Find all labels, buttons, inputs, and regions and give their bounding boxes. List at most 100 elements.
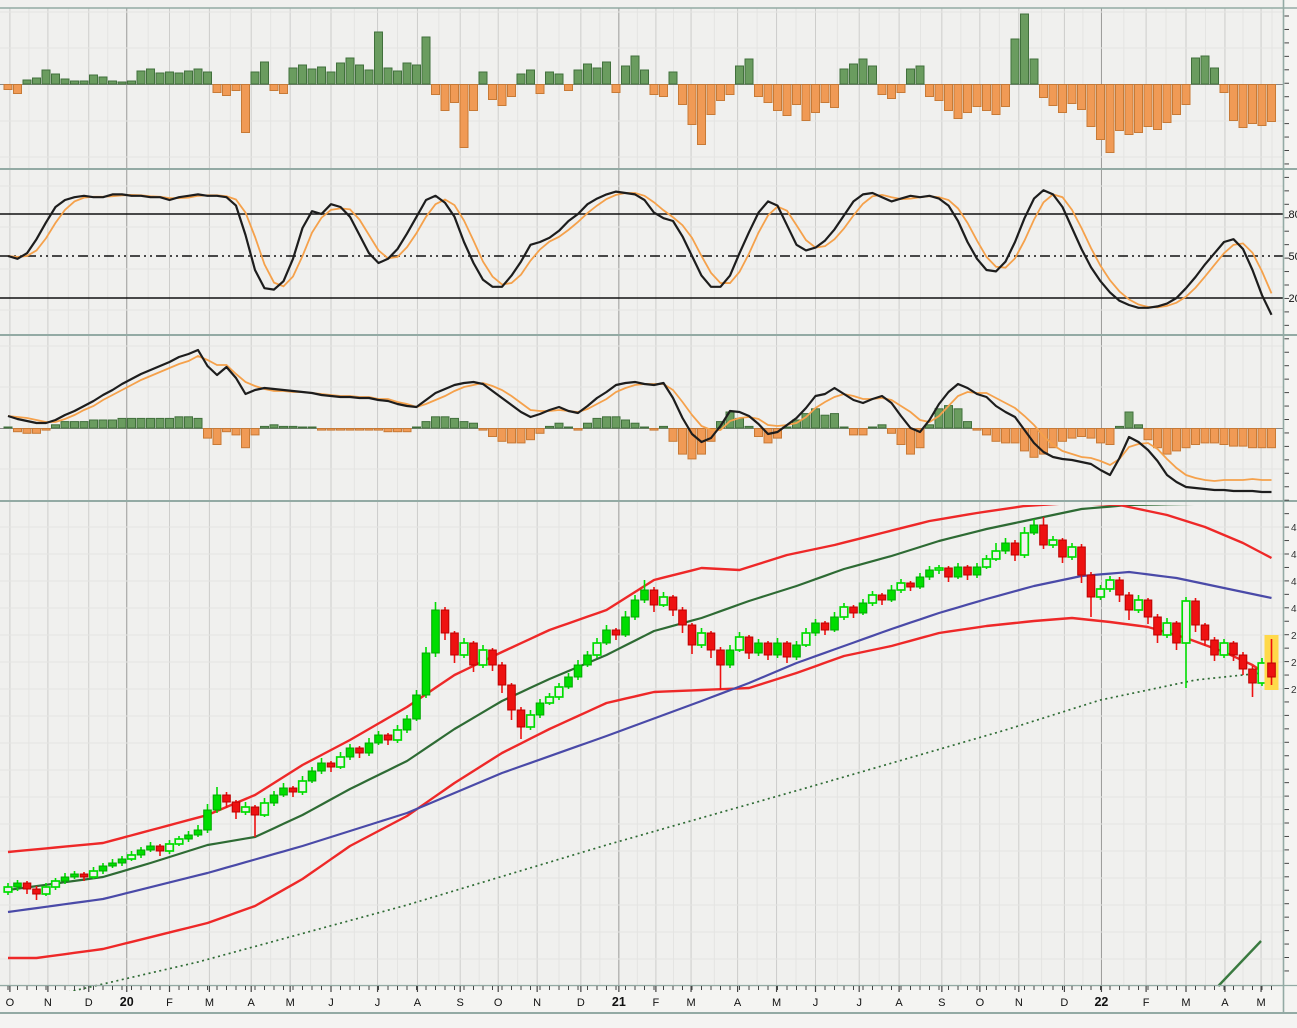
histogram-bar (155, 72, 165, 85)
histogram-bar (174, 72, 184, 85)
candlestick (1238, 654, 1248, 670)
histogram-bar (545, 71, 554, 85)
macd-histogram-bar (1210, 428, 1219, 444)
macd-histogram-bar (1153, 428, 1162, 449)
histogram-bar (526, 69, 535, 85)
macd-histogram-bar (260, 425, 269, 429)
candlestick (1162, 622, 1172, 636)
histogram-bar (1020, 13, 1029, 85)
histogram-bar (1191, 57, 1200, 85)
candlestick (421, 652, 431, 696)
macd-histogram-bar (393, 428, 402, 433)
candlestick (297, 780, 308, 793)
macd-histogram-bar (1200, 428, 1210, 444)
histogram-bar (222, 84, 231, 96)
histogram-bar (868, 65, 877, 85)
histogram-bar (440, 84, 450, 111)
candlestick (915, 576, 925, 588)
histogram-bar (792, 84, 801, 105)
candlestick (307, 770, 317, 782)
candlestick (1039, 524, 1048, 546)
macd-histogram-bar (364, 428, 374, 431)
histogram-bar (963, 84, 972, 113)
macd-histogram-bar (744, 425, 754, 429)
macd-histogram-bar (1238, 428, 1248, 447)
month-label: M (205, 997, 214, 1009)
candlestick (839, 606, 849, 618)
histogram-bar (716, 84, 725, 101)
candlestick (934, 567, 944, 571)
histogram-bar (1181, 84, 1191, 105)
macd-histogram-bar (849, 428, 858, 436)
candlestick (535, 702, 545, 716)
candlestick (288, 787, 298, 793)
histogram-bar (830, 84, 839, 108)
histogram-bar (1248, 84, 1257, 124)
clipped-price-label: 4 (1291, 550, 1297, 561)
histogram-bar (326, 71, 336, 85)
histogram-bar (1105, 84, 1115, 153)
macd-histogram-bar (640, 426, 649, 429)
macd-histogram-bar (478, 428, 488, 431)
histogram-bar (887, 84, 896, 99)
histogram-bar (706, 84, 716, 115)
macd-histogram-bar (963, 421, 972, 429)
candlestick (1229, 642, 1238, 656)
histogram-bar (1067, 84, 1077, 104)
macd-histogram-bar (1172, 428, 1181, 452)
month-label: N (44, 997, 52, 1009)
candlestick (896, 582, 906, 591)
histogram-bar (136, 70, 146, 85)
multi-panel-stock-chart[interactable]: 8050204444222OND20FMAMJJASOND21FMAMJJASO… (0, 0, 1297, 1028)
histogram-bar (982, 84, 991, 111)
clipped-price-label: 4 (1291, 523, 1297, 534)
candlestick (3, 886, 13, 893)
histogram-bar (849, 63, 858, 85)
macd-histogram-bar (1067, 428, 1077, 439)
macd-histogram-bar (1115, 425, 1124, 429)
histogram-bar (231, 84, 241, 91)
histogram-bar (1115, 84, 1124, 131)
macd-histogram-bar (1267, 428, 1276, 449)
candlestick (544, 696, 555, 704)
macd-histogram-bar (621, 419, 630, 429)
candlestick (507, 684, 516, 711)
histogram-bar (3, 84, 13, 90)
macd-histogram-bar (953, 408, 963, 429)
candlestick (621, 616, 630, 636)
month-label: N (533, 997, 541, 1009)
histogram-bar (687, 84, 697, 125)
macd-histogram-bar (611, 416, 621, 429)
histogram-bar (1257, 84, 1267, 126)
macd-histogram-bar (507, 428, 516, 444)
candlestick (716, 649, 725, 666)
macd-histogram-bar (1257, 428, 1267, 449)
macd-histogram-bar (279, 425, 288, 429)
macd-histogram-bar (212, 428, 222, 445)
candlestick (640, 589, 649, 601)
histogram-bar (98, 76, 108, 85)
year-label: 22 (1094, 995, 1108, 1009)
candlestick (240, 806, 251, 813)
histogram-bar (944, 84, 953, 111)
candlestick (1010, 542, 1020, 556)
histogram-bar (279, 84, 288, 94)
histogram-bar (554, 73, 564, 85)
histogram-bar (1200, 55, 1210, 85)
macd-histogram-bar (108, 419, 117, 429)
clipped-price-label: 2 (1291, 631, 1297, 642)
histogram-bar (288, 67, 298, 85)
macd-histogram-bar (298, 426, 307, 429)
macd-histogram-bar (174, 416, 184, 429)
month-label: S (938, 997, 945, 1009)
candlestick (136, 849, 146, 856)
candlestick (773, 642, 782, 656)
macd-histogram-bar (250, 428, 260, 436)
candlestick (1267, 662, 1276, 678)
histogram-bar (269, 84, 279, 91)
candlestick (364, 742, 374, 754)
candlestick (887, 589, 896, 601)
histogram-bar (355, 64, 364, 85)
macd-histogram-bar (801, 413, 811, 429)
macd-histogram-bar (165, 417, 174, 429)
